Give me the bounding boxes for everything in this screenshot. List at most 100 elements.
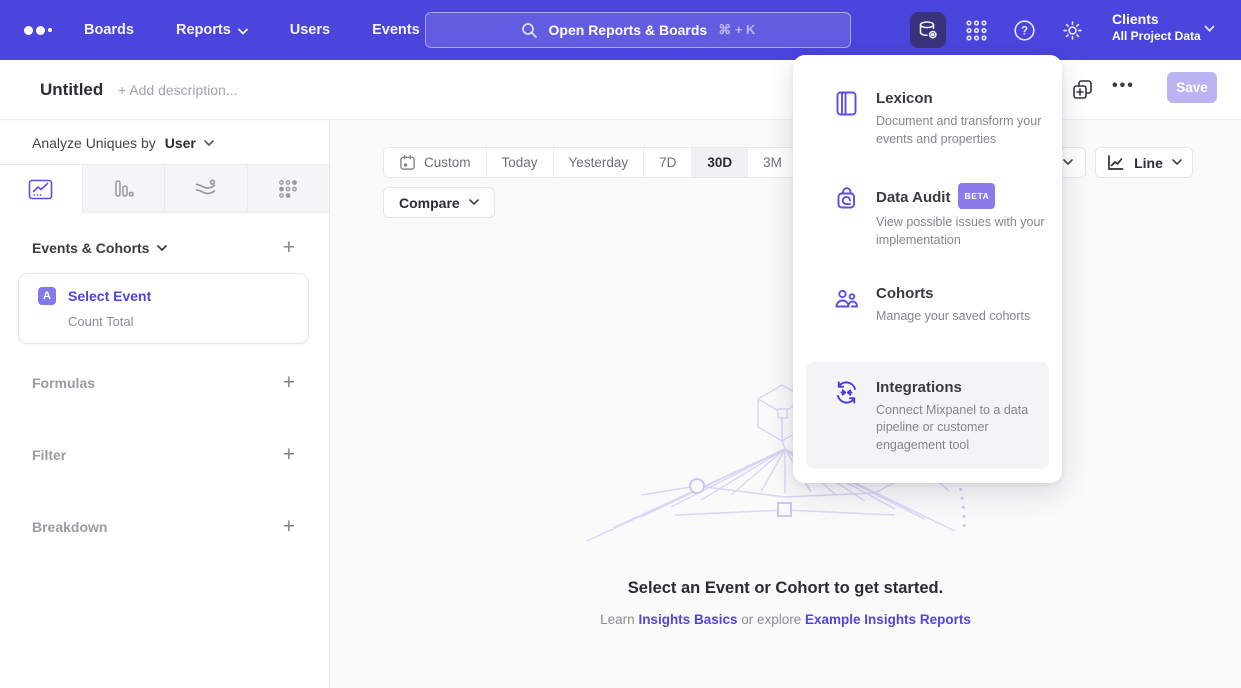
project-switcher[interactable]: Clients All Project Data bbox=[1112, 10, 1201, 44]
events-cohorts-toggle[interactable]: Events & Cohorts bbox=[32, 240, 167, 256]
mixpanel-insights-page: Boards Reports Users Events Open Reports… bbox=[0, 0, 1241, 688]
help-icon: ? bbox=[1013, 19, 1036, 42]
filter-label: Filter bbox=[32, 447, 66, 463]
calendar-icon bbox=[399, 154, 416, 171]
menu-item-lexicon[interactable]: Lexicon Document and transform your even… bbox=[793, 88, 1062, 148]
mixpanel-logo-icon[interactable] bbox=[24, 0, 52, 60]
chevron-down-icon bbox=[204, 140, 214, 147]
date-range-label: 3M bbox=[763, 155, 782, 170]
project-name: All Project Data bbox=[1112, 28, 1201, 44]
nav-item-boards[interactable]: Boards bbox=[84, 22, 134, 38]
save-button[interactable]: Save bbox=[1167, 72, 1217, 103]
example-reports-link[interactable]: Example Insights Reports bbox=[805, 612, 971, 627]
date-range-30d-active[interactable]: 30D bbox=[691, 148, 747, 177]
help-button[interactable]: ? bbox=[1012, 18, 1036, 42]
event-card[interactable]: A Select Event Count Total bbox=[18, 273, 309, 344]
chart-type-dropdown[interactable]: Line bbox=[1095, 147, 1193, 178]
nav-item-label: Users bbox=[290, 22, 330, 38]
menu-item-title: Lexicon bbox=[876, 88, 1054, 109]
add-breakdown-button[interactable]: + bbox=[283, 520, 295, 534]
analyze-label: Analyze Uniques by bbox=[32, 135, 156, 151]
chevron-down-icon bbox=[238, 28, 248, 35]
menu-item-description: View possible issues with your implement… bbox=[876, 214, 1054, 249]
event-letter-badge: A bbox=[38, 287, 56, 305]
date-range-control: Custom Today Yesterday 7D 30D 3M 6M bbox=[383, 147, 848, 178]
main-menu: Boards Reports Users Events bbox=[84, 0, 420, 60]
insights-basics-link[interactable]: Insights Basics bbox=[638, 612, 737, 627]
org-name: Clients bbox=[1112, 10, 1201, 28]
apps-grid-icon bbox=[965, 19, 988, 42]
search-shortcut: ⌘ + K bbox=[718, 22, 755, 38]
query-builder-sidebar: Analyze Uniques by User bbox=[0, 121, 330, 688]
date-range-yesterday[interactable]: Yesterday bbox=[553, 148, 644, 177]
add-filter-button[interactable]: + bbox=[283, 448, 295, 462]
audit-icon bbox=[833, 186, 860, 213]
or-explore-text: or explore bbox=[737, 612, 805, 627]
menu-item-integrations[interactable]: Integrations Connect Mixpanel to a data … bbox=[806, 362, 1049, 470]
search-icon bbox=[521, 22, 538, 39]
learn-text: Learn bbox=[600, 612, 638, 627]
date-range-today[interactable]: Today bbox=[486, 148, 553, 177]
date-range-label: 7D bbox=[659, 155, 676, 170]
report-title[interactable]: Untitled bbox=[40, 60, 103, 119]
nav-item-reports[interactable]: Reports bbox=[176, 22, 248, 38]
compare-label: Compare bbox=[399, 195, 460, 211]
tab-insights-linechart[interactable] bbox=[0, 165, 82, 213]
menu-item-cohorts[interactable]: Cohorts Manage your saved cohorts bbox=[793, 283, 1062, 326]
date-range-custom[interactable]: Custom bbox=[384, 148, 486, 177]
people-icon bbox=[833, 285, 860, 312]
apps-grid-button[interactable] bbox=[964, 18, 988, 42]
data-management-button[interactable] bbox=[910, 12, 946, 48]
select-event-button[interactable]: Select Event bbox=[68, 288, 151, 304]
search-placeholder: Open Reports & Boards bbox=[549, 22, 708, 38]
menu-item-title: Data AuditBETA bbox=[876, 184, 1054, 210]
chevron-down-icon bbox=[469, 199, 479, 206]
compare-button[interactable]: Compare bbox=[383, 187, 495, 218]
tab-flow[interactable] bbox=[164, 165, 247, 213]
chevron-down-icon[interactable] bbox=[1204, 25, 1215, 33]
search-input[interactable]: Open Reports & Boards ⌘ + K bbox=[425, 12, 851, 48]
add-formula-button[interactable]: + bbox=[283, 376, 295, 390]
line-chart-tab-icon bbox=[28, 179, 53, 200]
filter-section[interactable]: Filter + bbox=[0, 447, 329, 463]
beta-badge: BETA bbox=[958, 183, 995, 209]
menu-item-description: Manage your saved cohorts bbox=[876, 308, 1054, 326]
date-range-label: Yesterday bbox=[569, 155, 629, 170]
book-icon bbox=[833, 90, 860, 117]
nav-item-events[interactable]: Events bbox=[372, 22, 420, 38]
menu-item-title: Cohorts bbox=[876, 283, 1054, 304]
empty-state-title: Select an Event or Cohort to get started… bbox=[330, 579, 1241, 598]
sync-icon bbox=[833, 379, 860, 406]
nav-item-users[interactable]: Users bbox=[290, 22, 330, 38]
chart-type-tabs bbox=[0, 165, 329, 213]
more-menu-button[interactable]: ••• bbox=[1112, 77, 1135, 95]
menu-item-data-audit[interactable]: Data AuditBETA View possible issues with… bbox=[793, 184, 1062, 249]
dot-grid-tab-icon bbox=[278, 179, 298, 199]
chevron-down-icon bbox=[157, 245, 167, 252]
settings-button[interactable] bbox=[1060, 18, 1084, 42]
tab-grid[interactable] bbox=[247, 165, 330, 213]
chevron-down-icon bbox=[1063, 159, 1073, 166]
nav-item-label: Reports bbox=[176, 22, 231, 38]
add-event-button[interactable]: + bbox=[283, 241, 295, 255]
gear-icon bbox=[1061, 19, 1084, 42]
formulas-section[interactable]: Formulas + bbox=[0, 375, 329, 391]
date-range-3m[interactable]: 3M bbox=[747, 148, 797, 177]
bar-chart-tab-icon bbox=[112, 179, 134, 198]
flow-tab-icon bbox=[194, 179, 217, 198]
nav-item-label: Events bbox=[372, 22, 420, 38]
event-count-type[interactable]: Count Total bbox=[68, 314, 308, 329]
analyze-uniques-selector[interactable]: Analyze Uniques by User bbox=[0, 121, 329, 165]
date-range-7d[interactable]: 7D bbox=[643, 148, 691, 177]
duplicate-icon[interactable] bbox=[1071, 78, 1094, 101]
chart-area: Custom Today Yesterday 7D 30D 3M 6M Comp… bbox=[330, 121, 1241, 688]
breakdown-section[interactable]: Breakdown + bbox=[0, 519, 329, 535]
formulas-label: Formulas bbox=[32, 375, 95, 391]
tab-bar-chart[interactable] bbox=[82, 165, 165, 213]
events-cohorts-header: Events & Cohorts + bbox=[0, 240, 329, 256]
description-placeholder[interactable]: + Add description... bbox=[118, 60, 237, 119]
data-management-dropdown: Lexicon Document and transform your even… bbox=[793, 55, 1062, 483]
nav-item-label: Boards bbox=[84, 22, 134, 38]
date-range-label: Custom bbox=[424, 155, 471, 170]
analyze-value: User bbox=[165, 135, 196, 151]
